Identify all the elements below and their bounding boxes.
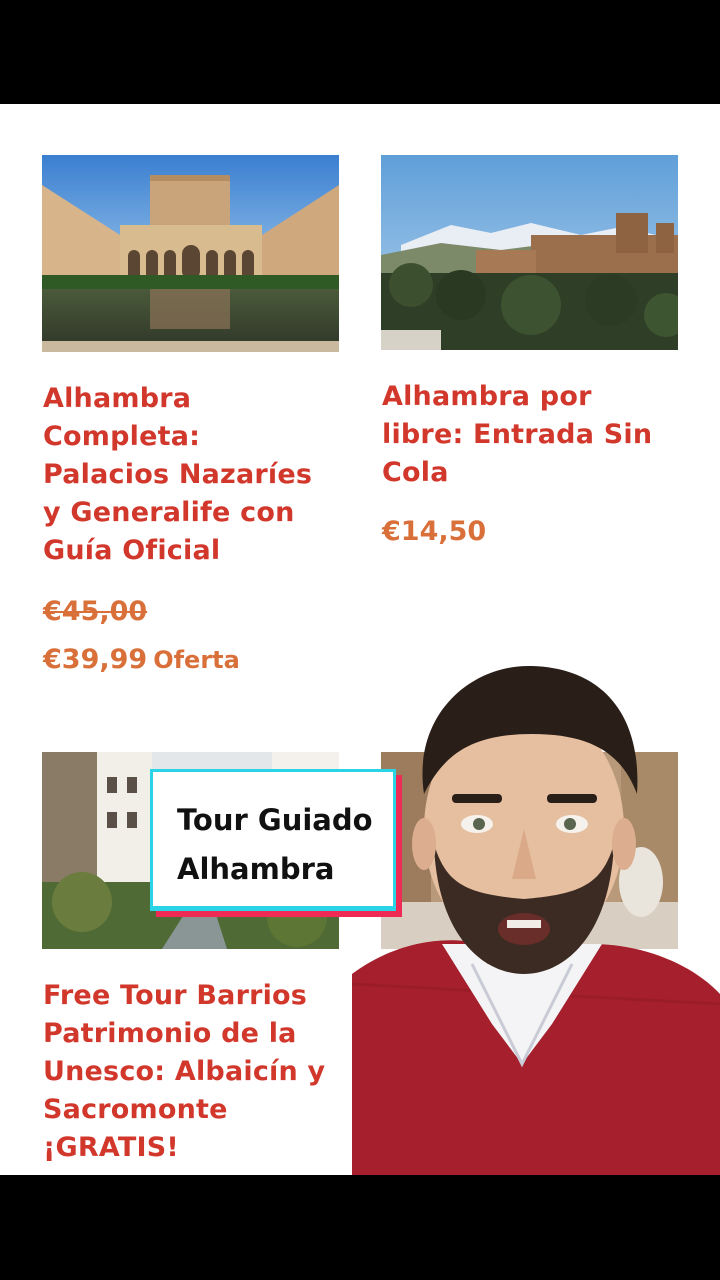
product-grid-page: Alhambra Completa: Palacios Nazaríes y G…: [0, 104, 720, 1175]
offer-badge: Oferta: [153, 646, 240, 674]
title-line: Free Tour Barrios: [43, 980, 308, 1011]
title-line: ¡GRATIS!: [43, 1132, 179, 1163]
title-line: y Generalife con: [43, 497, 295, 528]
presenter-video-overlay: [351, 644, 720, 1175]
product-title[interactable]: Free Tour Barrios Patrimonio de la Unesc…: [43, 977, 343, 1167]
title-line: Unesco: Albaicín y: [43, 1056, 326, 1087]
title-line: Alhambra por: [382, 381, 592, 412]
title-line: Patrimonio de la: [43, 1018, 297, 1049]
title-line: Sacromonte: [43, 1094, 228, 1125]
product-title[interactable]: Alhambra Completa: Palacios Nazaríes y G…: [43, 380, 343, 570]
title-line: Cola: [382, 457, 449, 488]
title-line: Completa:: [43, 421, 201, 452]
sale-price-row: €39,99 Oferta: [43, 641, 240, 679]
product-title[interactable]: Alhambra por libre: Entrada Sin Cola: [382, 378, 702, 492]
video-bottom-bar: [0, 1175, 720, 1280]
price: €14,50: [382, 516, 487, 547]
title-line: Alhambra: [43, 383, 192, 414]
original-price: €45,00: [43, 596, 148, 627]
title-line: libre: Entrada Sin: [382, 419, 653, 450]
product-image-alhambra-completa[interactable]: [42, 155, 339, 352]
title-line: Guía Oficial: [43, 535, 221, 566]
product-image-alhambra-libre[interactable]: [381, 155, 678, 350]
title-line: Palacios Nazaríes: [43, 459, 313, 490]
sale-price: €39,99: [43, 644, 148, 675]
video-top-bar: [0, 0, 720, 104]
